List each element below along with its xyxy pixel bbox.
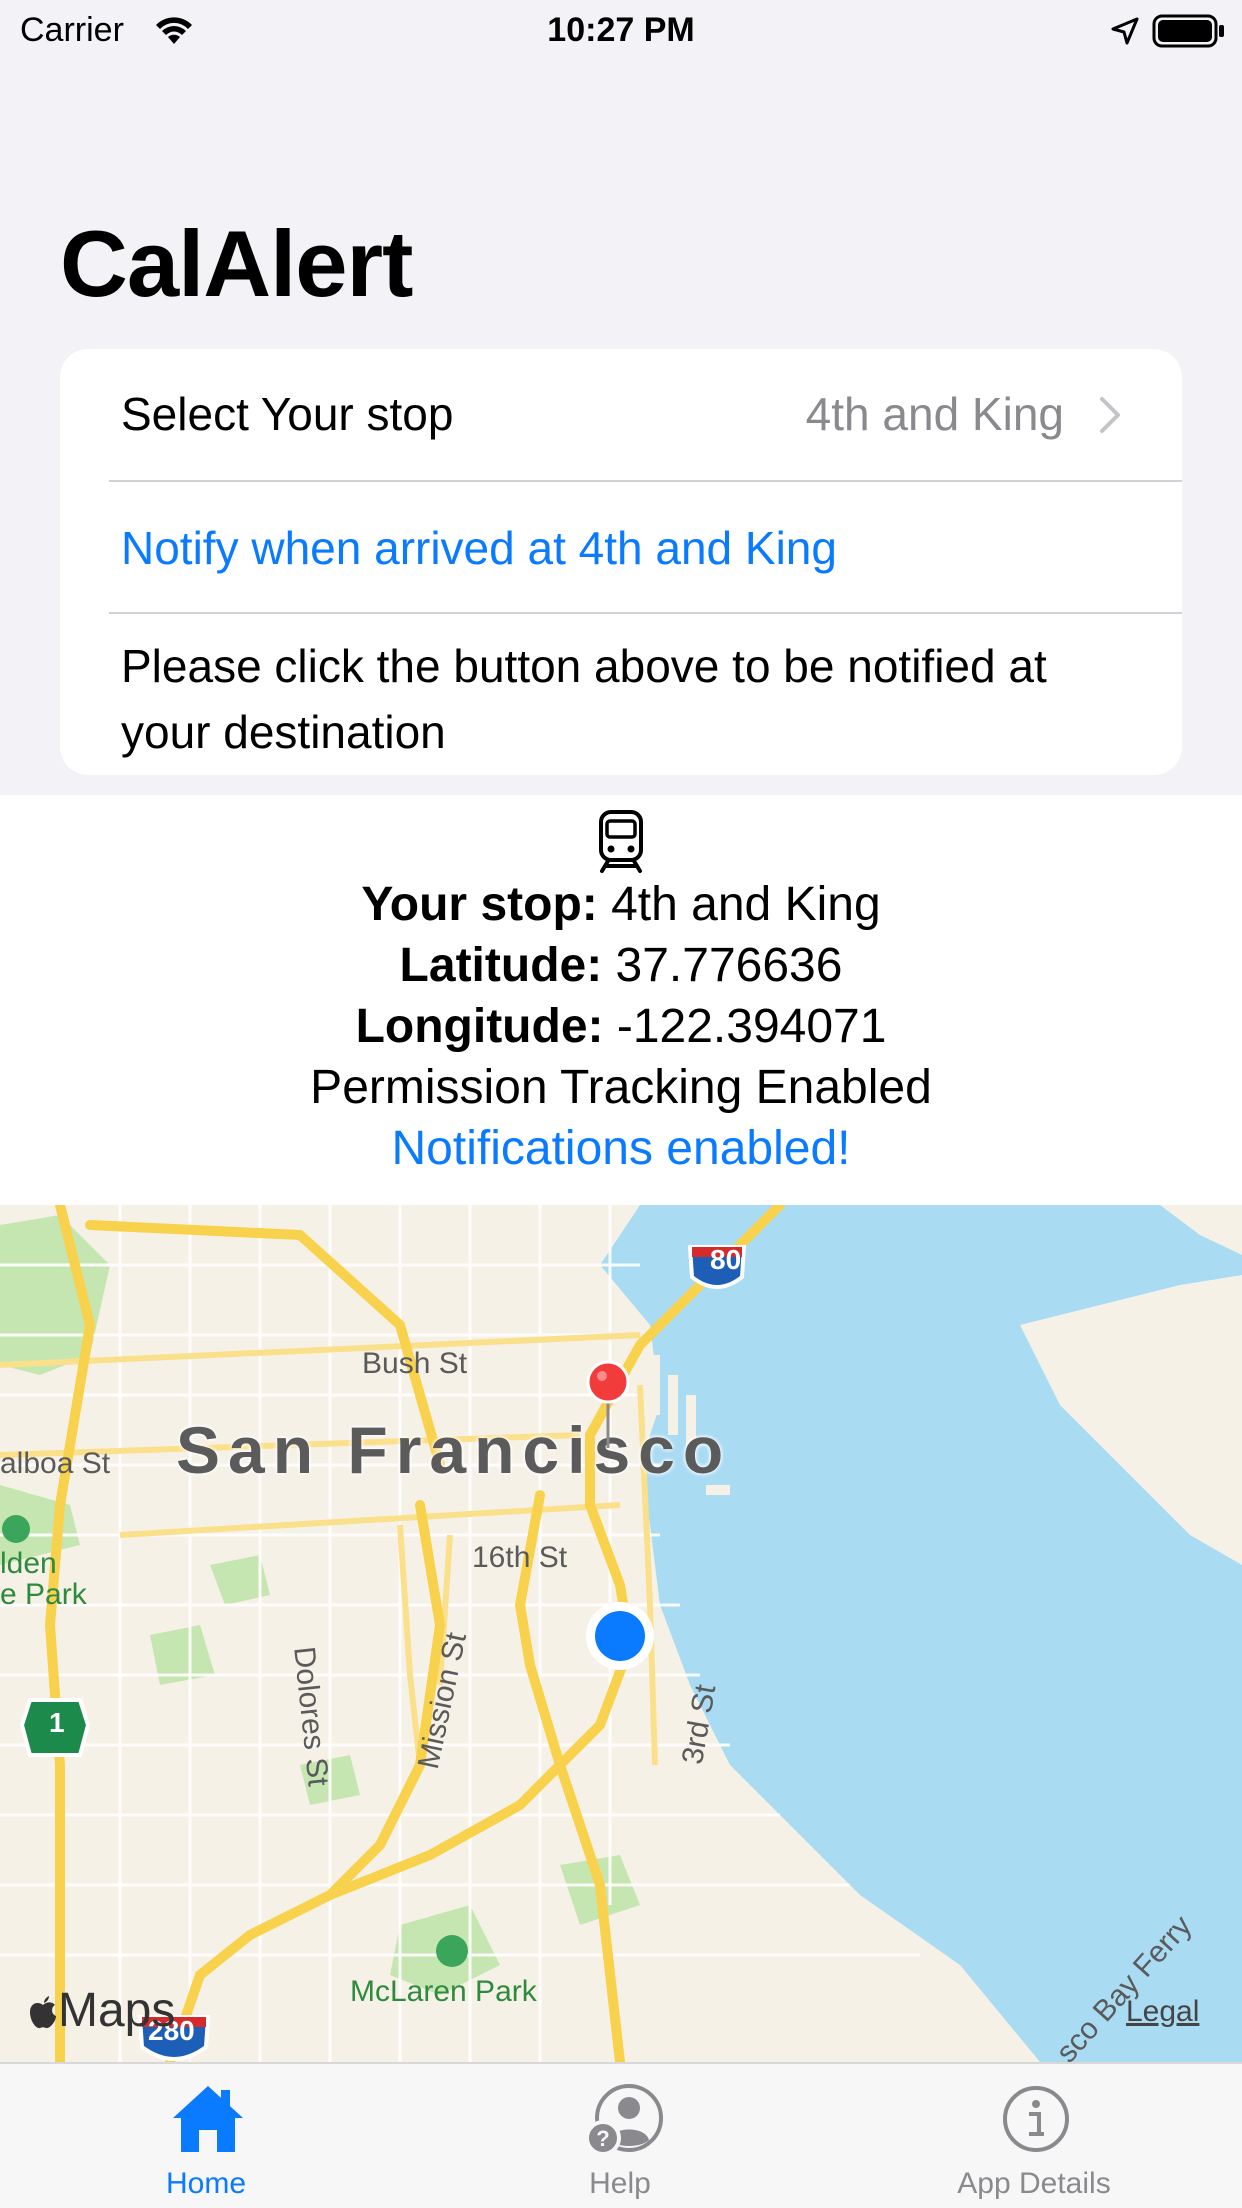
longitude-value: -122.394071 — [616, 1000, 887, 1053]
balboa-st-label: alboa St — [0, 1447, 111, 1480]
tab-app-details[interactable]: App Details — [904, 2064, 1164, 2208]
map-view[interactable]: 80 1 280 Bush St alboa St 16th St Dolore… — [0, 1205, 1242, 2062]
instructions-text: Please click the button above to be noti… — [121, 640, 1047, 758]
tab-help[interactable]: ? Help — [490, 2064, 750, 2208]
house-icon — [171, 2082, 245, 2161]
golden-gate-park-label-1: lden — [0, 1547, 57, 1580]
select-stop-row[interactable]: Select Your stop 4th and King — [60, 349, 1182, 481]
city-label: San Francisco — [176, 1413, 732, 1487]
help-person-icon: ? — [585, 2082, 665, 2161]
tab-bar: Home ? Help App Details — [0, 2062, 1242, 2208]
stop-settings-card: Select Your stop 4th and King Notify whe… — [60, 349, 1182, 775]
location-arrow-icon — [1110, 16, 1140, 55]
tab-help-label: Help — [589, 2167, 651, 2200]
apple-maps-logo: Maps — [28, 1983, 175, 2038]
latitude-label: Latitude: — [399, 939, 603, 992]
stop-info-panel: Your stop: 4th and King Latitude: 37.776… — [0, 795, 1242, 1205]
your-stop-value: 4th and King — [611, 878, 881, 931]
bush-st-label: Bush St — [362, 1347, 468, 1380]
tab-home-label: Home — [165, 2167, 247, 2200]
longitude-line: Longitude: -122.394071 — [0, 997, 1242, 1057]
latitude-line: Latitude: 37.776636 — [0, 936, 1242, 996]
battery-icon — [1152, 14, 1226, 57]
legal-link[interactable]: Legal — [1126, 1995, 1199, 2029]
instructions-row: Please click the button above to be noti… — [60, 613, 1182, 775]
status-bar: Carrier 10:27 PM — [0, 0, 1242, 66]
sixteenth-st-label: 16th St — [472, 1541, 568, 1574]
longitude-label: Longitude: — [355, 1000, 604, 1053]
svg-text:?: ? — [596, 2126, 609, 2151]
destination-pin-icon[interactable] — [586, 1360, 630, 1455]
your-stop-label: Your stop: — [361, 878, 598, 931]
golden-gate-park-label-2: e Park — [0, 1578, 87, 1611]
notify-button[interactable]: Notify when arrived at 4th and King — [60, 481, 1182, 613]
latitude-value: 37.776636 — [615, 939, 843, 992]
notification-status: Notifications enabled! — [391, 1122, 851, 1175]
i80-shield-label: 80 — [710, 1244, 742, 1275]
your-stop-line: Your stop: 4th and King — [0, 875, 1242, 935]
apple-logo-icon — [30, 1996, 56, 2029]
user-location-icon — [583, 1599, 657, 1678]
permission-status: Permission Tracking Enabled — [310, 1061, 932, 1114]
tab-home[interactable]: Home — [76, 2064, 336, 2208]
chevron-right-icon — [1098, 395, 1122, 440]
clock: 10:27 PM — [547, 11, 695, 49]
select-stop-label: Select Your stop — [121, 388, 454, 440]
maps-brand-label: Maps — [58, 1984, 176, 2037]
page-title: CalAlert — [60, 211, 413, 316]
selected-stop-value: 4th and King — [805, 388, 1064, 440]
notify-button-label: Notify when arrived at 4th and King — [121, 522, 837, 574]
train-icon — [596, 809, 646, 878]
mclaren-park-label: McLaren Park — [350, 1975, 537, 2008]
tab-app-details-label: App Details — [957, 2167, 1111, 2200]
ca1-shield-label: 1 — [49, 1707, 65, 1738]
info-circle-icon — [999, 2082, 1073, 2161]
